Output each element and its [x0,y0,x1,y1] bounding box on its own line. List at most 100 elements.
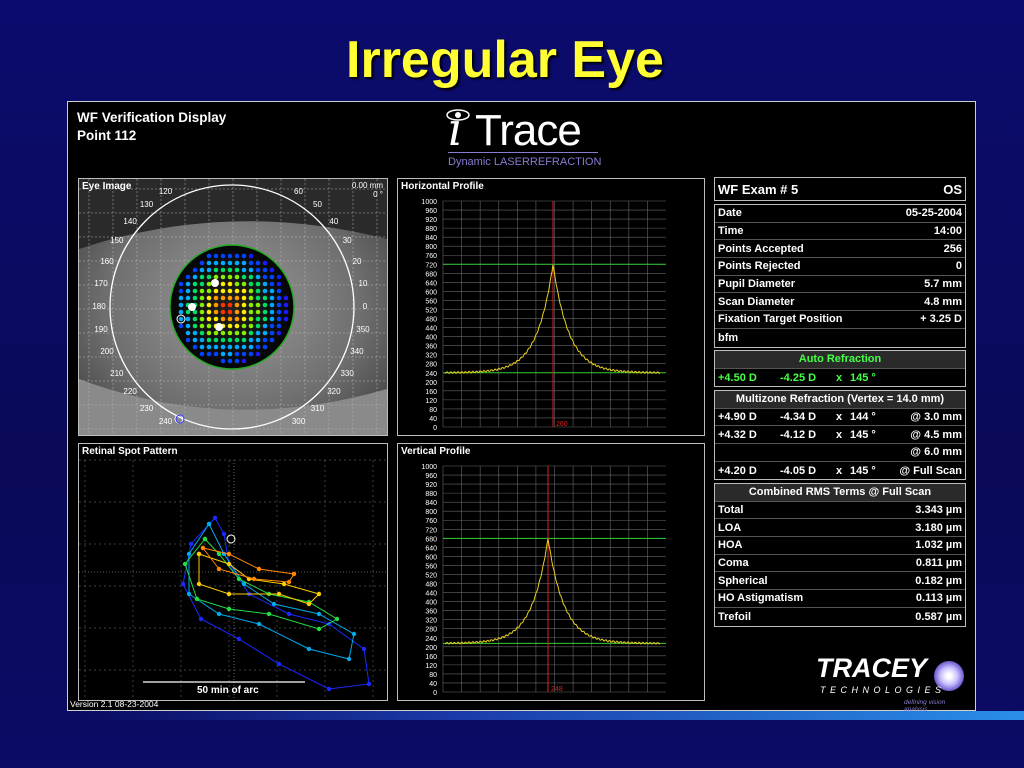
eye-image-title: Eye Image [82,181,132,192]
angle-label: 120 [158,186,173,196]
scan-point [185,295,191,301]
info-row: Scan Diameter 4.8 mm [715,293,965,312]
scan-point [276,281,282,287]
y-tick-label: 0 [433,690,437,697]
scan-point [276,330,282,336]
y-tick-label: 80 [429,672,437,679]
spot-point [182,561,188,567]
scan-point [269,281,275,287]
scan-point [234,253,240,259]
scan-point [206,295,212,301]
scan-point [241,337,247,343]
mz-x: x [836,464,843,477]
y-tick-label: 440 [425,326,437,333]
scan-point [178,309,184,315]
y-tick-label: 400 [425,335,437,342]
header: WF Verification Display Point 112 [77,109,226,145]
scan-point [227,274,233,280]
angle-label: 140 [123,216,137,226]
scan-point [241,281,247,287]
info-value: 14:00 [933,225,962,238]
info-row: Points Accepted 256 [715,240,965,259]
scan-point [234,288,240,294]
scan-point [283,295,289,301]
scan-point [192,316,198,322]
scan-point [199,344,205,350]
spot-point [271,601,277,607]
spot-point [226,591,232,597]
scan-point [269,302,275,308]
scan-point [192,267,198,273]
scan-point [199,351,205,357]
angle-label: 10 [358,278,368,288]
spot-point [226,606,232,612]
spot-point [346,656,352,662]
scan-point [234,309,240,315]
scan-point [178,288,184,294]
scan-point [276,323,282,329]
scan-point [241,309,247,315]
scan-point [206,267,212,273]
scan-point [248,253,254,259]
spot-point [216,566,222,572]
scan-point [241,323,247,329]
rms-row: HO Astigmatism 0.113 µm [715,590,965,608]
rms-row: Coma 0.811 µm [715,555,965,573]
scan-point [206,274,212,280]
scan-point [255,344,261,350]
spot-point [180,581,186,587]
info-key: Time [718,225,744,238]
mz-zone: @ 3.0 mm [910,411,962,424]
scan-point [241,288,247,294]
info-value: + 3.25 D [920,313,962,326]
scan-point [262,316,268,322]
angle-label: 340 [350,347,364,357]
scan-point [269,267,275,273]
info-key: Points Accepted [718,242,804,255]
scan-point [213,260,219,266]
angle-label: 130 [139,200,154,210]
scan-point [185,337,191,343]
spot-point [361,646,367,652]
scan-point [234,337,240,343]
angle-label: 30 [342,235,352,245]
scan-point [255,316,261,322]
multizone-refraction-table: Multizone Refraction (Vertex = 14.0 mm) … [714,390,966,481]
scan-point [206,253,212,259]
angle-label: 240 [158,417,173,427]
scan-point [206,302,212,308]
scan-point [192,323,198,329]
rms-key: Trefoil [718,610,752,623]
spot-point [266,611,272,617]
scan-point [227,288,233,294]
reflex-spot [211,279,219,287]
scan-point [255,288,261,294]
y-tick-label: 560 [425,563,437,570]
scan-point [220,337,226,343]
auto-x: x [836,371,843,384]
angle-label: 190 [94,325,108,335]
scan-point [241,344,247,350]
version-label: Version 2.1 08-23-2004 [70,699,159,709]
spot-point [334,616,340,622]
y-tick-label: 0 [433,425,437,432]
reflex-spot [215,323,223,331]
scan-point [227,351,233,357]
scan-point [199,323,205,329]
vertical-profile-title: Vertical Profile [401,446,471,457]
scan-point [185,288,191,294]
scan-point [192,281,198,287]
scan-point [241,267,247,273]
info-row: Date 05-25-2004 [715,205,965,223]
scan-point [262,337,268,343]
scan-point [255,330,261,336]
scan-point [206,351,212,357]
scan-point [206,330,212,336]
multizone-row: @ 6.0 mm [715,444,965,462]
mz-cyl: -4.34 D [780,411,817,424]
scan-point [178,302,184,308]
scan-point [192,344,198,350]
scan-point [185,309,191,315]
scan-point [227,330,233,336]
scan-point [213,337,219,343]
